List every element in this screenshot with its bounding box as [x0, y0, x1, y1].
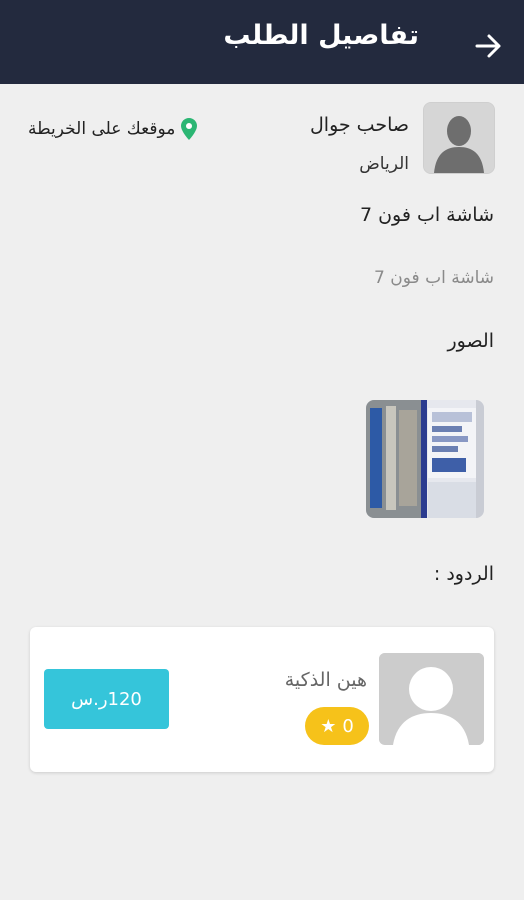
rating-badge: ★ 0 — [305, 707, 369, 745]
person-silhouette-icon — [424, 103, 494, 173]
photos-label: الصور — [447, 330, 494, 352]
price-label: 120ر.س — [71, 688, 142, 710]
star-icon: ★ — [320, 715, 337, 737]
reply-shop-name: هين الذكية — [284, 669, 367, 691]
map-link-label: موقعك على الخريطة — [28, 119, 176, 139]
reply-card[interactable]: هين الذكية ★ 0 120ر.س — [30, 627, 494, 772]
app-header: تفاصيل الطلب — [0, 0, 524, 84]
back-arrow-icon[interactable] — [470, 28, 506, 64]
owner-name: صاحب جوال — [309, 114, 409, 136]
owner-avatar — [423, 102, 495, 174]
reply-avatar — [379, 653, 484, 745]
price-button[interactable]: 120ر.س — [44, 669, 169, 729]
photo-image — [366, 400, 484, 518]
request-description: شاشة اب فون 7 — [374, 268, 494, 288]
replies-label: الردود : — [433, 563, 494, 585]
request-photo[interactable] — [366, 400, 484, 518]
map-location-link[interactable]: موقعك على الخريطة — [28, 118, 198, 140]
request-title: شاشة اب فون 7 — [359, 204, 494, 226]
rating-value: 0 — [342, 715, 354, 737]
page-title: تفاصيل الطلب — [223, 20, 419, 51]
owner-city: الرياض — [359, 154, 409, 174]
default-avatar-icon — [379, 653, 484, 745]
location-pin-icon — [181, 118, 198, 140]
